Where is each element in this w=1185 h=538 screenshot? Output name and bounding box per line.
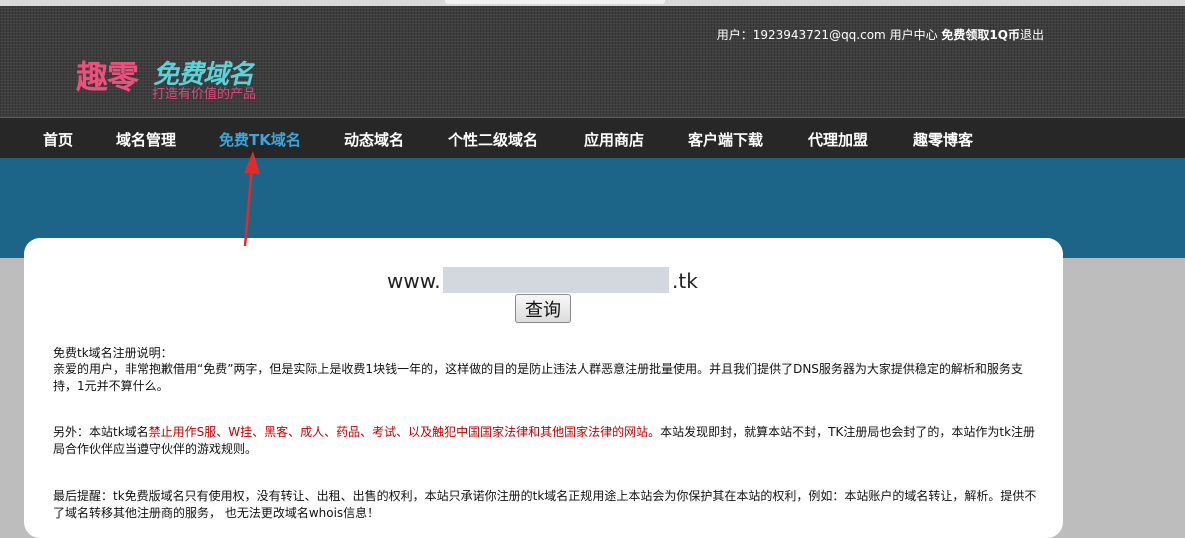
- user-label: 用户：: [716, 28, 753, 42]
- nav-item-app-store[interactable]: 应用商店: [584, 129, 644, 150]
- user-center-link[interactable]: 用户中心: [890, 28, 938, 42]
- domain-input[interactable]: [443, 267, 669, 293]
- user-email: 1923943721@qq.com: [752, 28, 886, 42]
- query-button[interactable]: 查询: [515, 294, 571, 323]
- user-bar: 用户：1923943721@qq.com 用户中心 免费领取1Q币退出: [717, 26, 1044, 43]
- logo-slogan: 打造有价值的产品: [152, 87, 257, 102]
- domain-suffix: .tk: [672, 269, 698, 293]
- browser-tab: [445, 0, 665, 4]
- nav-item-subdomain[interactable]: 个性二级域名: [448, 129, 538, 150]
- notice-p2-lead: 另外：本站tk域名: [53, 425, 149, 439]
- notice-p2-prohibited: 禁止用作S服、W挂、黑客、成人、药品、考试、以及触犯中国国家法律和其他国家法律的…: [148, 425, 649, 439]
- domain-prefix: www.: [387, 269, 441, 293]
- notice-title: 免费tk域名注册说明：: [53, 346, 173, 360]
- nav-item-domain-manage[interactable]: 域名管理: [116, 129, 176, 150]
- content-card: www. .tk 查询 免费tk域名注册说明： 亲爱的用户，非常抱歉借用“免费”…: [24, 238, 1063, 538]
- notice-paragraph-2: 另外：本站tk域名禁止用作S服、W挂、黑客、成人、药品、考试、以及触犯中国国家法…: [53, 424, 1038, 457]
- site-logo[interactable]: 趣零 免费域名 打造有价值的产品: [76, 52, 296, 102]
- nav-item-client-download[interactable]: 客户端下载: [688, 129, 763, 150]
- free-coin-link[interactable]: 免费领取1Q币: [941, 28, 1020, 42]
- notice-paragraph-3: 最后提醒：tk免费版域名只有使用权，没有转让、出租、出售的权利，本站只承诺你注册…: [53, 489, 1037, 520]
- notice-paragraph-1: 亲爱的用户，非常抱歉借用“免费”两字，但是实际上是收费1块钱一年的，这样做的目的…: [53, 362, 1023, 393]
- logo-big-text: 趣零: [76, 58, 139, 96]
- nav-item-free-tk[interactable]: 免费TK域名: [219, 129, 301, 150]
- nav-item-agent[interactable]: 代理加盟: [808, 129, 868, 150]
- site-header: 用户：1923943721@qq.com 用户中心 免费领取1Q币退出 趣零 免…: [0, 6, 1185, 117]
- nav-item-blog[interactable]: 趣零博客: [913, 129, 973, 150]
- nav-item-home[interactable]: 首页: [43, 129, 73, 150]
- main-nav: 首页 域名管理 免费TK域名 动态域名 个性二级域名 应用商店 客户端下载 代理…: [0, 117, 1185, 159]
- nav-item-dynamic-domain[interactable]: 动态域名: [344, 129, 404, 150]
- logout-link[interactable]: 退出: [1020, 28, 1044, 42]
